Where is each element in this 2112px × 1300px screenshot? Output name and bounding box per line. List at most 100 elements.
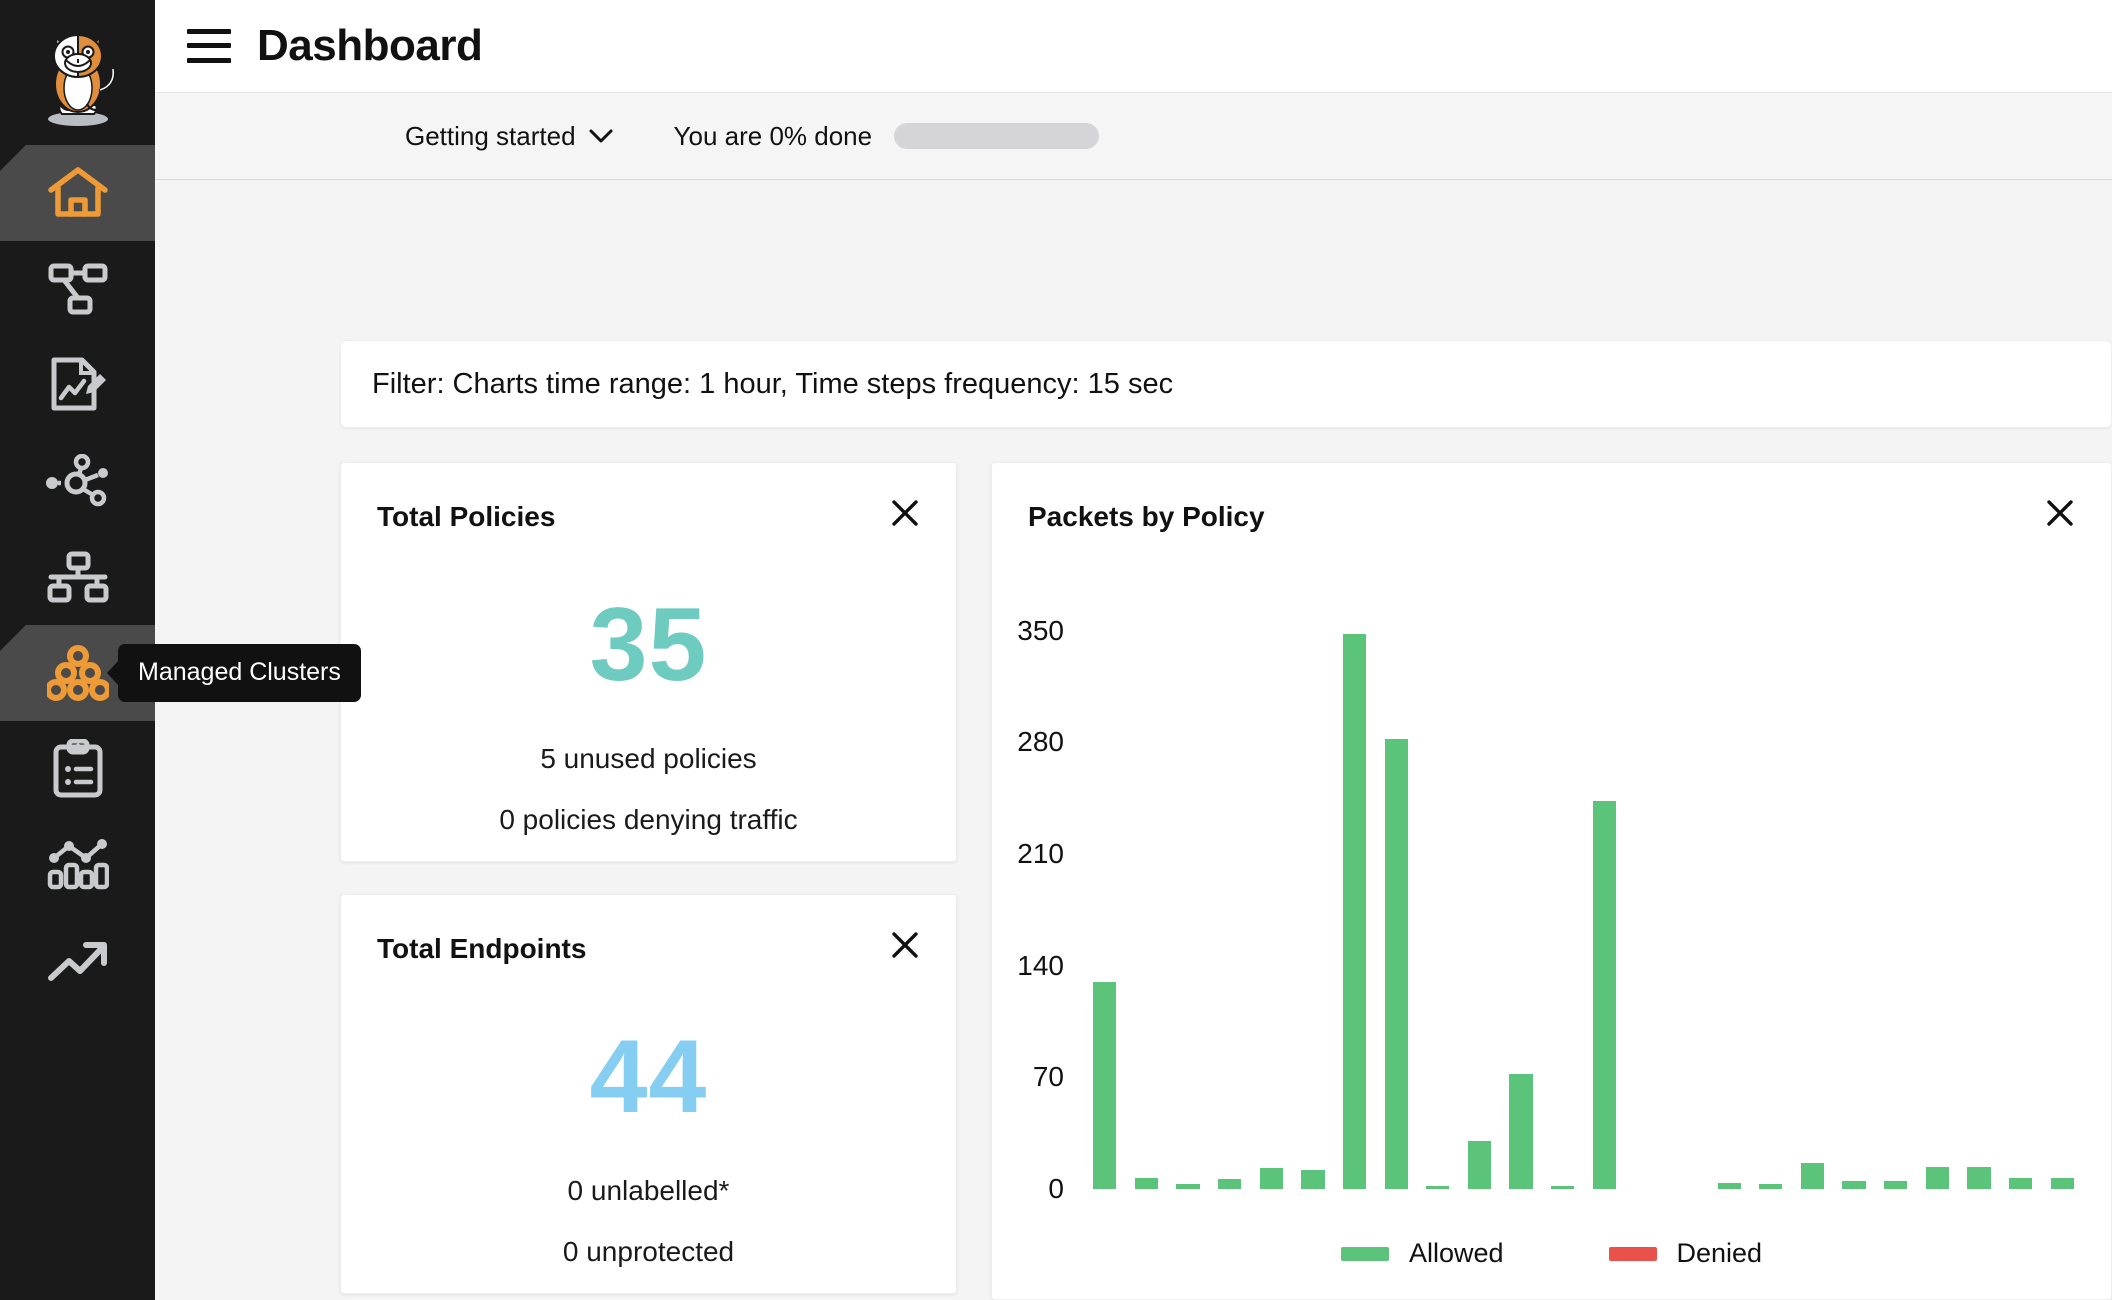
bar-allowed bbox=[1967, 1166, 1991, 1189]
total-endpoints-value: 44 bbox=[589, 1019, 708, 1135]
sidebar-item-policies-board[interactable] bbox=[0, 337, 155, 433]
left-column: Total Policies 35 5 unused policies 0 po… bbox=[340, 462, 957, 1294]
bar-slot[interactable] bbox=[1833, 583, 1875, 1189]
legend-item[interactable]: Allowed bbox=[1340, 1238, 1504, 1269]
cards-row: Total Policies 35 5 unused policies 0 po… bbox=[340, 462, 2112, 1300]
close-icon[interactable] bbox=[2043, 496, 2077, 530]
hamburger-icon[interactable] bbox=[187, 28, 231, 63]
legend-item[interactable]: Denied bbox=[1608, 1238, 1763, 1269]
bar-slot[interactable] bbox=[1625, 583, 1667, 1189]
chevron-down-icon bbox=[589, 129, 613, 143]
bar-allowed bbox=[1800, 1163, 1825, 1189]
sidebar-item-compliance-reports[interactable] bbox=[0, 721, 155, 817]
sidebar-item-timeline[interactable] bbox=[0, 913, 155, 1009]
getting-started-toggle[interactable]: Getting started bbox=[405, 121, 614, 152]
card-title: Total Policies bbox=[377, 501, 556, 532]
bar-slot[interactable] bbox=[1875, 583, 1917, 1189]
total-policies-line-2: 0 policies denying traffic bbox=[499, 804, 798, 835]
bar-allowed bbox=[1134, 1177, 1159, 1189]
legend-swatch bbox=[1608, 1246, 1657, 1261]
total-endpoints-line-1: 0 unlabelled* bbox=[567, 1175, 730, 1206]
legend-swatch bbox=[1340, 1246, 1389, 1261]
sidebar: Managed Clusters bbox=[0, 0, 361, 1300]
chart-legend: Allowed Denied bbox=[992, 1238, 2111, 1269]
sidebar-item-kibana[interactable] bbox=[0, 817, 155, 913]
bar-allowed bbox=[1842, 1181, 1866, 1189]
y-tick-label: 350 bbox=[1017, 614, 1064, 646]
bar-slot[interactable] bbox=[1500, 583, 1542, 1189]
cat-logo-icon bbox=[47, 33, 115, 126]
sidebar-item-nodes[interactable] bbox=[0, 529, 155, 625]
y-tick-label: 140 bbox=[1017, 949, 1064, 981]
hierarchy-icon bbox=[47, 551, 108, 603]
bar-allowed bbox=[1176, 1184, 1200, 1189]
bar-allowed bbox=[1384, 739, 1408, 1189]
main-region: Dashboard Getting started You are 0% don… bbox=[155, 0, 2112, 1300]
legend-label: Allowed bbox=[1408, 1238, 1504, 1268]
bar-series bbox=[1084, 583, 2083, 1189]
filter-bar[interactable]: Filter: Charts time range: 1 hour, Time … bbox=[340, 340, 2112, 428]
home-icon bbox=[47, 167, 108, 217]
bar-allowed bbox=[1509, 1074, 1533, 1189]
bar-slot[interactable] bbox=[2041, 583, 2083, 1189]
app-logo[interactable] bbox=[0, 0, 155, 145]
bar-slot[interactable] bbox=[1958, 583, 2000, 1189]
bar-slot[interactable] bbox=[1167, 583, 1209, 1189]
document-edit-icon bbox=[51, 357, 106, 411]
bar-slot[interactable] bbox=[1209, 583, 1251, 1189]
trending-up-icon bbox=[47, 942, 107, 981]
total-policies-value: 35 bbox=[589, 587, 708, 703]
bar-allowed bbox=[1717, 1182, 1741, 1189]
bar-slot[interactable] bbox=[1708, 583, 1750, 1189]
close-icon[interactable] bbox=[888, 928, 922, 962]
bar-allowed bbox=[1093, 981, 1117, 1189]
bar-allowed bbox=[1426, 1185, 1450, 1189]
bar-allowed bbox=[1592, 801, 1616, 1189]
progress-bar bbox=[894, 123, 1100, 149]
bar-slot[interactable] bbox=[1750, 583, 1792, 1189]
bar-slot[interactable] bbox=[2000, 583, 2042, 1189]
bar-chart-plot[interactable]: 0 70 140 210 280 350 bbox=[1017, 583, 2083, 1204]
bar-slot[interactable] bbox=[1584, 583, 1626, 1189]
bar-slot[interactable] bbox=[1292, 583, 1334, 1189]
bar-slot[interactable] bbox=[1084, 583, 1126, 1189]
bar-slot[interactable] bbox=[1375, 583, 1417, 1189]
bar-slot[interactable] bbox=[1667, 583, 1709, 1189]
bar-slot[interactable] bbox=[1542, 583, 1584, 1189]
close-x-icon bbox=[892, 500, 918, 526]
bar-allowed bbox=[1342, 634, 1367, 1189]
policy-graph-icon bbox=[48, 263, 107, 315]
sidebar-item-dashboard[interactable] bbox=[0, 145, 155, 241]
page-title: Dashboard bbox=[257, 20, 483, 70]
bar-allowed bbox=[1218, 1179, 1242, 1189]
y-tick-label: 280 bbox=[1017, 726, 1064, 758]
progress-text: You are 0% done bbox=[673, 120, 873, 151]
y-tick-label: 0 bbox=[1048, 1173, 1064, 1204]
close-x-icon bbox=[892, 932, 918, 958]
bar-slot[interactable] bbox=[1792, 583, 1834, 1189]
sidebar-item-managed-clusters[interactable]: Managed Clusters bbox=[0, 625, 361, 721]
total-endpoints-line-2: 0 unprotected bbox=[562, 1236, 735, 1267]
bar-slot[interactable] bbox=[1126, 583, 1168, 1189]
bar-slot[interactable] bbox=[1251, 583, 1293, 1189]
legend-label: Denied bbox=[1676, 1238, 1763, 1268]
sidebar-item-policies[interactable] bbox=[0, 241, 155, 337]
close-x-icon bbox=[2047, 500, 2073, 526]
sidebar-item-service-graph[interactable] bbox=[0, 433, 155, 529]
chart-area: 0 70 140 210 280 350 bbox=[992, 563, 2111, 1204]
clusters-icon bbox=[46, 645, 109, 701]
bar-slot[interactable] bbox=[1334, 583, 1376, 1189]
bar-slot[interactable] bbox=[1459, 583, 1501, 1189]
getting-started-bar: Getting started You are 0% done bbox=[155, 92, 2112, 180]
bar-slot[interactable] bbox=[1417, 583, 1459, 1189]
bar-slot[interactable] bbox=[1917, 583, 1959, 1189]
close-icon[interactable] bbox=[888, 496, 922, 530]
bar-allowed bbox=[1884, 1181, 1908, 1189]
bar-allowed bbox=[2008, 1177, 2033, 1189]
y-tick-label: 210 bbox=[1017, 838, 1064, 870]
bar-allowed bbox=[1925, 1166, 1949, 1189]
clipboard-list-icon bbox=[53, 739, 102, 798]
card-total-endpoints: Total Endpoints 44 0 unlabelled* 0 unpro… bbox=[340, 894, 957, 1294]
bar-allowed bbox=[1759, 1184, 1783, 1189]
getting-started-label: Getting started bbox=[405, 120, 576, 151]
